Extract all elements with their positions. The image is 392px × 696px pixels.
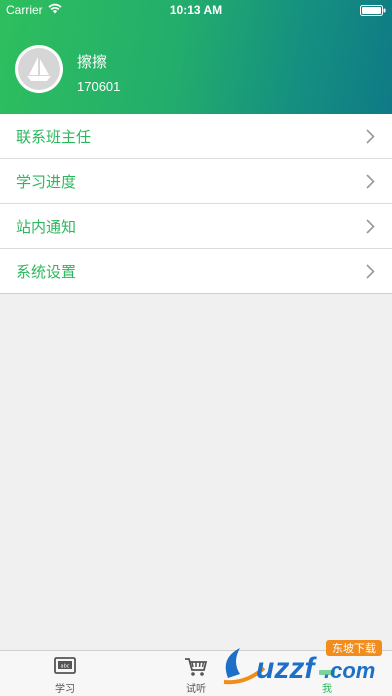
svg-text:.com: .com [324, 658, 375, 683]
chevron-right-icon [366, 174, 375, 189]
chevron-right-icon [366, 264, 375, 279]
avatar[interactable] [15, 45, 63, 93]
profile-id: 170601 [77, 79, 121, 94]
profile-name: 擦擦 [77, 53, 108, 71]
settings-menu: 联系班主任 学习进度 站内通知 系统设置 [0, 114, 392, 294]
ship-logo-icon [18, 48, 60, 90]
menu-item-site-notifications[interactable]: 站内通知 [0, 204, 392, 249]
status-time: 10:13 AM [169, 3, 223, 17]
status-bar: Carrier 10:13 AM [0, 0, 392, 20]
tab-label: 学习 [55, 684, 75, 695]
menu-item-label: 系统设置 [16, 262, 77, 281]
cart-icon [185, 658, 208, 676]
battery-icon [360, 5, 386, 16]
chevron-right-icon [366, 129, 375, 144]
svg-text:abc: abc [61, 664, 70, 670]
menu-item-system-settings[interactable]: 系统设置 [0, 249, 392, 294]
svg-text:uzzf: uzzf [256, 652, 317, 685]
profile-header: Carrier 10:13 AM 擦擦 170601 [0, 0, 392, 114]
menu-item-label: 学习进度 [16, 172, 77, 191]
book-icon: abc [54, 657, 76, 674]
menu-item-study-progress[interactable]: 学习进度 [0, 159, 392, 204]
menu-item-label: 站内通知 [16, 217, 77, 236]
menu-item-contact-teacher[interactable]: 联系班主任 [0, 114, 392, 159]
chevron-right-icon [366, 219, 375, 234]
svg-text:东坡下载: 东坡下载 [332, 642, 376, 655]
menu-item-label: 联系班主任 [16, 127, 92, 146]
tab-study[interactable]: abc 学习 [0, 651, 130, 696]
uzzf-watermark-logo: uzzf .com 东坡下载 [223, 640, 382, 685]
